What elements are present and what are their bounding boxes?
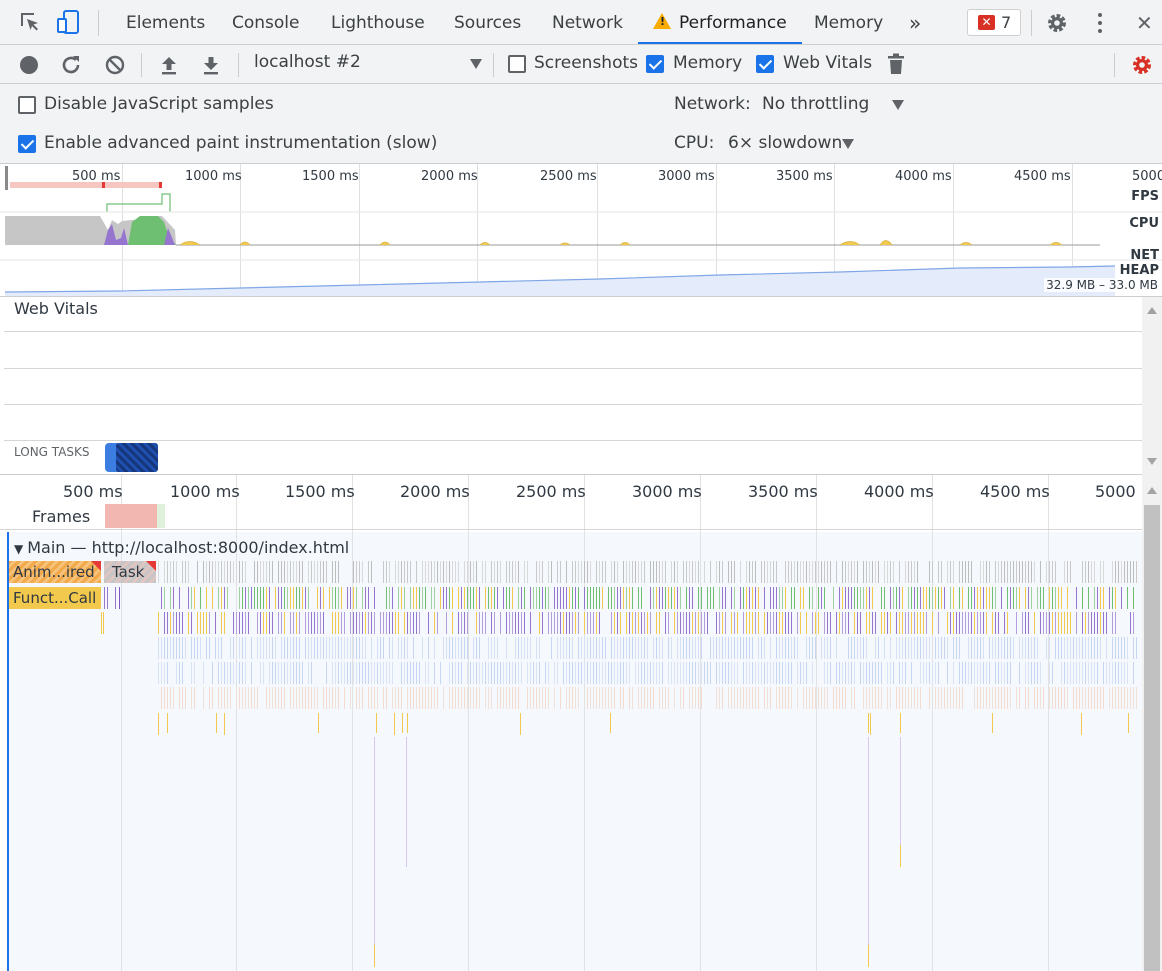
inspect-element-icon[interactable] (18, 10, 42, 34)
net-label: NET (1130, 248, 1159, 263)
flame-tick-label: 2000 ms (400, 482, 470, 501)
cpu-throttle-select[interactable]: 6× slowdown (728, 133, 858, 153)
tab-console[interactable]: Console (232, 0, 300, 44)
web-vitals-track: Web Vitals LONG TASKS (0, 297, 1162, 475)
more-tabs-button[interactable]: » (909, 0, 921, 44)
dropdown-arrow-icon (470, 59, 482, 69)
flame-entry-task[interactable]: Task (104, 561, 156, 583)
flame-chart-scrollbar[interactable] (1142, 475, 1162, 971)
toolbar-separator (238, 53, 239, 77)
advanced-paint-label: Enable advanced paint instrumentation (s… (44, 133, 438, 153)
flame-tick-label: 500 ms (63, 482, 123, 501)
flame-tick-label: 1500 ms (285, 482, 355, 501)
long-tasks-label: LONG TASKS (14, 445, 90, 459)
tab-separator (98, 10, 99, 36)
flame-tick-label: 1000 ms (170, 482, 240, 501)
reload-record-icon[interactable] (60, 54, 82, 76)
devtools-tab-bar: Elements Console Lighthouse Sources Netw… (0, 0, 1162, 45)
scroll-down-icon[interactable] (1147, 458, 1157, 465)
flame-tick-label: 3000 ms (632, 482, 702, 501)
fps-label: FPS (1131, 189, 1159, 204)
garbage-collect-icon[interactable] (887, 53, 905, 75)
frame-block[interactable] (157, 504, 165, 528)
long-task-marker-icon (91, 561, 101, 571)
tab-elements[interactable]: Elements (126, 0, 205, 44)
toolbar-separator (1114, 53, 1115, 77)
toolbar-separator (141, 53, 142, 77)
memory-label: Memory (673, 53, 743, 73)
long-task-marker-icon (146, 561, 156, 571)
more-options-icon[interactable] (1094, 12, 1106, 34)
flame-tick-label: 4000 ms (864, 482, 934, 501)
flame-chart[interactable]: 500 ms 1000 ms 1500 ms 2000 ms 2500 ms 3… (0, 475, 1162, 971)
screenshots-checkbox[interactable] (508, 55, 526, 73)
network-throttle-value: No throttling (762, 94, 870, 114)
flame-tick-label: 4500 ms (980, 482, 1050, 501)
memory-checkbox[interactable] (646, 55, 664, 73)
tab-separator (1031, 10, 1032, 36)
heap-label: HEAP (1119, 263, 1159, 278)
toolbar-separator (493, 53, 494, 77)
expand-triangle-icon[interactable]: ▼ (14, 542, 23, 556)
scroll-up-icon[interactable] (1147, 487, 1157, 494)
clear-icon[interactable] (104, 54, 126, 76)
heap-range-label: 32.9 MB – 33.0 MB (1044, 278, 1160, 292)
upload-profile-icon[interactable] (159, 54, 179, 76)
flame-entry-animation-frame[interactable]: Anim...ired (9, 561, 101, 583)
tab-network[interactable]: Network (552, 0, 623, 44)
error-count-badge[interactable]: ✕ 7 (967, 9, 1021, 36)
device-toolbar-icon[interactable] (57, 10, 83, 34)
target-select[interactable]: localhost #2 (254, 52, 484, 76)
tab-lighthouse[interactable]: Lighthouse (331, 0, 425, 44)
record-icon[interactable] (19, 55, 39, 75)
error-icon: ✕ (978, 15, 995, 30)
flame-tick-label: 5000 r (1095, 482, 1148, 501)
flame-tick-label: 3500 ms (748, 482, 818, 501)
scroll-up-icon[interactable] (1147, 307, 1157, 314)
capture-settings-pane: Disable JavaScript samples Enable advanc… (0, 84, 1162, 164)
cpu-throttle-label: CPU: (674, 133, 715, 153)
timeline-overview[interactable]: 500 ms 1000 ms 1500 ms 2000 ms 2500 ms 3… (0, 164, 1162, 297)
disable-js-samples-label: Disable JavaScript samples (44, 94, 274, 114)
download-profile-icon[interactable] (201, 54, 221, 76)
web-vitals-checkbox[interactable] (756, 55, 774, 73)
cpu-label: CPU (1129, 216, 1159, 231)
frames-track-label[interactable]: Frames (32, 507, 90, 526)
network-throttle-select[interactable]: No throttling (762, 94, 912, 114)
flame-tick-label: 2500 ms (516, 482, 586, 501)
tab-performance[interactable]: Performance (638, 0, 802, 44)
frame-block[interactable] (105, 504, 157, 528)
dropdown-arrow-icon (842, 139, 854, 149)
advanced-paint-checkbox[interactable] (18, 135, 36, 153)
web-vitals-label: Web Vitals (783, 53, 873, 73)
network-throttle-label: Network: (674, 94, 751, 114)
warning-icon (653, 13, 671, 29)
disable-js-samples-checkbox[interactable] (18, 96, 36, 114)
tab-memory[interactable]: Memory (814, 0, 883, 44)
flame-entry-function-call[interactable]: Funct...Call (9, 587, 101, 609)
close-devtools-button[interactable]: ✕ (1136, 0, 1153, 44)
main-thread-header[interactable]: ▼ Main — http://localhost:8000/index.html (14, 538, 349, 557)
overview-graphs (0, 166, 1162, 296)
scrollbar-thumb[interactable] (1144, 505, 1160, 971)
target-select-value: localhost #2 (254, 52, 361, 72)
cpu-throttle-value: 6× slowdown (728, 133, 843, 153)
performance-toolbar: localhost #2 Screenshots Memory Web Vita… (0, 45, 1162, 84)
dropdown-arrow-icon (892, 100, 904, 110)
settings-gear-icon[interactable] (1046, 12, 1068, 34)
long-task-bar[interactable] (104, 443, 159, 473)
tab-sources[interactable]: Sources (454, 0, 521, 44)
screenshots-label: Screenshots (534, 53, 639, 73)
capture-settings-gear-icon[interactable] (1131, 54, 1153, 76)
web-vitals-scrollbar[interactable] (1142, 297, 1162, 475)
web-vitals-title: Web Vitals (14, 299, 98, 318)
